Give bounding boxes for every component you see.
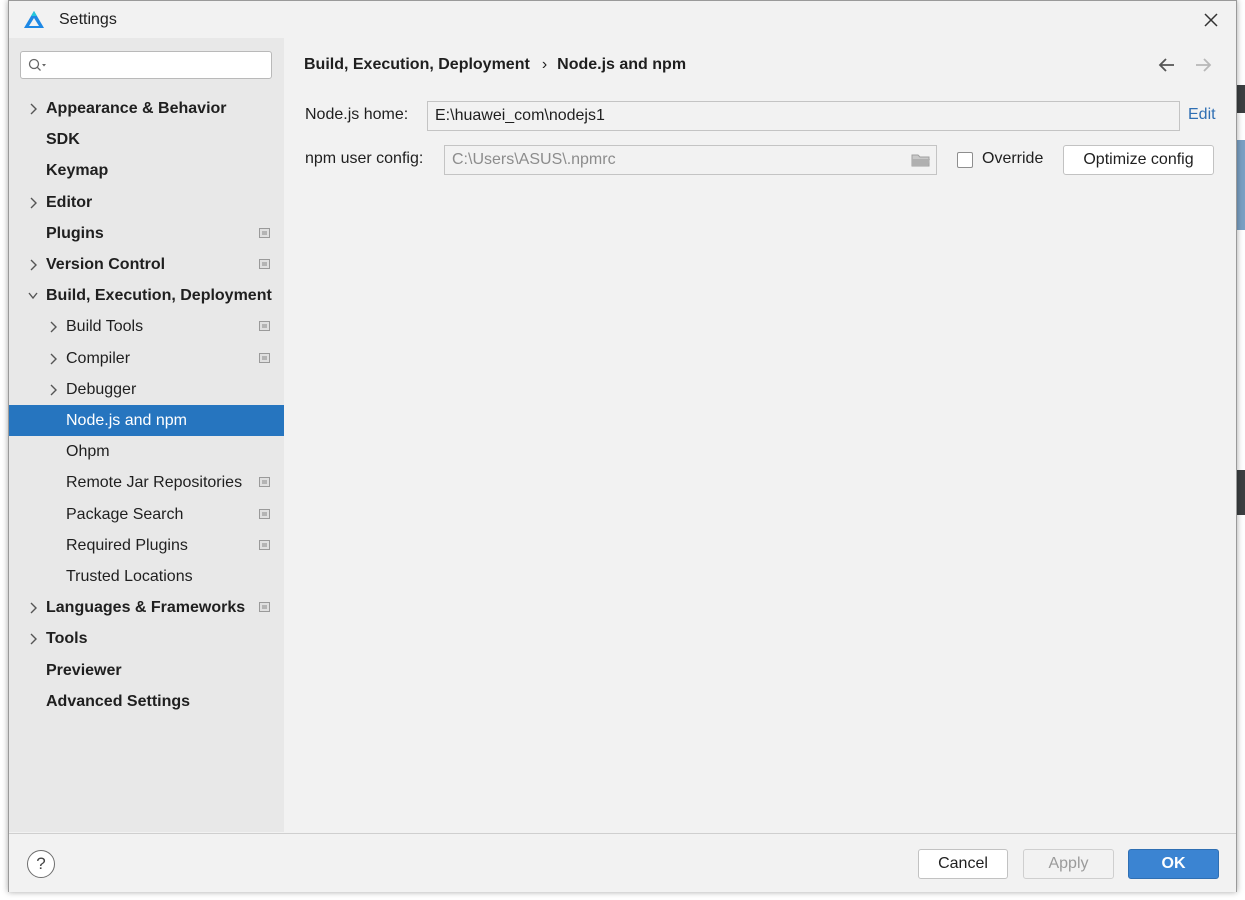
chevron-right-icon[interactable]: [48, 353, 58, 365]
override-label[interactable]: Override: [982, 150, 1043, 168]
sidebar-item-label: SDK: [46, 131, 80, 148]
project-settings-icon: [259, 259, 270, 269]
optimize-config-button[interactable]: Optimize config: [1063, 145, 1214, 175]
sidebar-item-label: Tools: [46, 630, 88, 647]
background-strip: [1236, 470, 1245, 515]
edit-link[interactable]: Edit: [1188, 106, 1216, 124]
sidebar-item-remote-jar-repositories[interactable]: Remote Jar Repositories: [9, 467, 284, 498]
sidebar-item-label: Package Search: [66, 506, 184, 523]
sidebar-item-debugger[interactable]: Debugger: [9, 374, 284, 405]
sidebar-item-languages-frameworks[interactable]: Languages & Frameworks: [9, 592, 284, 623]
settings-search-input[interactable]: [20, 51, 272, 79]
npm-config-value: C:\Users\ASUS\.npmrc: [452, 151, 616, 168]
chevron-right-icon[interactable]: [28, 103, 38, 115]
sidebar-item-compiler[interactable]: Compiler: [9, 343, 284, 374]
chevron-right-icon[interactable]: [48, 321, 58, 333]
help-button[interactable]: ?: [27, 850, 55, 878]
nodejs-home-label: Node.js home:: [305, 106, 409, 123]
npm-config-field: C:\Users\ASUS\.npmrc: [444, 145, 937, 175]
project-settings-icon: [259, 353, 270, 363]
sidebar-item-label: Trusted Locations: [66, 568, 193, 585]
sidebar-item-label: Required Plugins: [66, 537, 188, 554]
background-strip: [1236, 140, 1245, 230]
settings-content: Build, Execution, Deployment › Node.js and…: [284, 38, 1236, 832]
sidebar-item-tools[interactable]: Tools: [9, 623, 284, 654]
sidebar-item-label: Keymap: [46, 162, 109, 179]
breadcrumb: Build, Execution, Deployment › Node.js and…: [304, 56, 686, 74]
sidebar-item-label: Remote Jar Repositories: [66, 474, 243, 491]
override-checkbox[interactable]: [957, 152, 973, 168]
sidebar-item-package-search[interactable]: Package Search: [9, 499, 284, 530]
project-settings-icon: [259, 540, 270, 550]
chevron-right-icon[interactable]: [28, 259, 38, 271]
cancel-button[interactable]: Cancel: [918, 849, 1008, 879]
sidebar-item-label: Build, Execution, Deployment: [46, 287, 272, 304]
sidebar-item-editor[interactable]: Editor: [9, 187, 284, 218]
app-logo-icon: [24, 11, 44, 28]
settings-sidebar: Appearance & Behavior SDK Keymap Editor Plug…: [9, 38, 284, 832]
sidebar-item-trusted-locations[interactable]: Trusted Locations: [9, 561, 284, 592]
close-icon: [1204, 13, 1218, 27]
project-settings-icon: [259, 477, 270, 487]
sidebar-item-label: Appearance & Behavior: [46, 100, 227, 117]
folder-icon: [911, 154, 930, 167]
sidebar-item-label: Node.js and npm: [66, 412, 187, 429]
apply-button[interactable]: Apply: [1023, 849, 1114, 879]
sidebar-item-label: Advanced Settings: [46, 693, 191, 710]
chevron-down-icon[interactable]: [28, 290, 38, 302]
sidebar-item-label: Build Tools: [66, 318, 144, 335]
sidebar-item-label: Languages & Frameworks: [46, 599, 246, 616]
back-arrow-icon[interactable]: [1155, 53, 1179, 77]
breadcrumb-item-current: Node.js and npm: [557, 56, 687, 73]
settings-dialog: Settings Appearance & Behavior SDK Keymap E…: [8, 0, 1237, 892]
search-icon: [28, 58, 46, 71]
breadcrumb-item[interactable]: Build, Execution, Deployment: [304, 56, 530, 73]
chevron-right-icon[interactable]: [28, 197, 38, 209]
project-settings-icon: [259, 602, 270, 612]
sidebar-item-label: Compiler: [66, 350, 131, 367]
sidebar-item-label: Previewer: [46, 662, 122, 679]
sidebar-item-label: Editor: [46, 194, 93, 211]
chevron-right-icon[interactable]: [28, 602, 38, 614]
ok-button[interactable]: OK: [1128, 849, 1219, 879]
npm-config-label: npm user config:: [305, 150, 424, 167]
window-title: Settings: [59, 11, 117, 28]
project-settings-icon: [259, 321, 270, 331]
project-settings-icon: [259, 228, 270, 238]
sidebar-item-node-js-and-npm[interactable]: Node.js and npm: [9, 405, 284, 436]
sidebar-item-required-plugins[interactable]: Required Plugins: [9, 530, 284, 561]
sidebar-item-build-execution-deployment[interactable]: Build, Execution, Deployment: [9, 280, 284, 311]
project-settings-icon: [259, 509, 270, 519]
sidebar-item-build-tools[interactable]: Build Tools: [9, 311, 284, 342]
sidebar-item-label: Ohpm: [66, 443, 110, 460]
chevron-right-icon[interactable]: [48, 384, 58, 396]
sidebar-item-sdk[interactable]: SDK: [9, 124, 284, 155]
sidebar-item-version-control[interactable]: Version Control: [9, 249, 284, 280]
forward-arrow-icon[interactable]: [1191, 53, 1215, 77]
sidebar-item-appearance-behavior[interactable]: Appearance & Behavior: [9, 93, 284, 124]
dialog-footer: ? Cancel Apply OK: [9, 833, 1236, 892]
chevron-right-icon[interactable]: [28, 633, 38, 645]
nodejs-home-field[interactable]: E:\huawei_com\nodejs1: [427, 101, 1180, 131]
sidebar-item-previewer[interactable]: Previewer: [9, 655, 284, 686]
sidebar-item-label: Debugger: [66, 381, 137, 398]
sidebar-item-plugins[interactable]: Plugins: [9, 218, 284, 249]
sidebar-item-ohpm[interactable]: Ohpm: [9, 436, 284, 467]
sidebar-item-label: Version Control: [46, 256, 166, 273]
sidebar-item-label: Plugins: [46, 225, 104, 242]
title-bar: Settings: [9, 1, 1236, 38]
background-strip: [1236, 85, 1245, 113]
sidebar-item-advanced-settings[interactable]: Advanced Settings: [9, 686, 284, 717]
sidebar-item-keymap[interactable]: Keymap: [9, 155, 284, 186]
close-button[interactable]: [1198, 7, 1224, 33]
breadcrumb-separator-icon: ›: [541, 56, 548, 73]
